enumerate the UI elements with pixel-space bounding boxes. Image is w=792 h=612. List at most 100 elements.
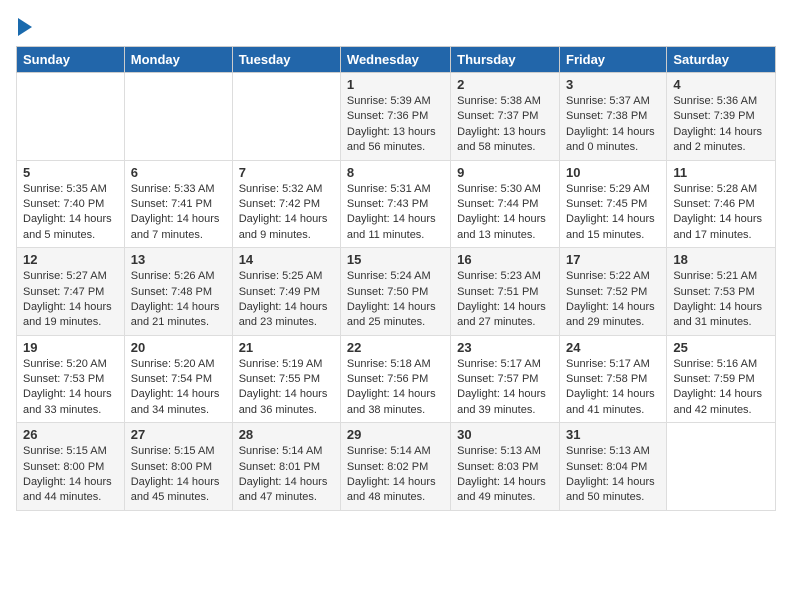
day-number: 10 bbox=[566, 165, 660, 180]
cell-info: Daylight: 14 hours and 25 minutes. bbox=[347, 300, 444, 331]
cell-info: Sunrise: 5:38 AM bbox=[457, 94, 553, 109]
day-number: 3 bbox=[566, 77, 660, 92]
cell-info: Daylight: 14 hours and 27 minutes. bbox=[457, 300, 553, 331]
cell-info: Sunset: 7:40 PM bbox=[23, 197, 118, 212]
cell-info: Sunset: 7:41 PM bbox=[131, 197, 226, 212]
calendar-cell: 27Sunrise: 5:15 AMSunset: 8:00 PMDayligh… bbox=[124, 423, 232, 511]
cell-info: Sunrise: 5:13 AM bbox=[457, 444, 553, 459]
cell-info: Sunset: 7:53 PM bbox=[23, 372, 118, 387]
calendar-cell: 25Sunrise: 5:16 AMSunset: 7:59 PMDayligh… bbox=[667, 335, 776, 423]
cell-info: Sunset: 8:04 PM bbox=[566, 460, 660, 475]
cell-info: Daylight: 14 hours and 29 minutes. bbox=[566, 300, 660, 331]
cell-info: Daylight: 14 hours and 34 minutes. bbox=[131, 387, 226, 418]
cell-info: Sunrise: 5:20 AM bbox=[23, 357, 118, 372]
calendar-cell: 20Sunrise: 5:20 AMSunset: 7:54 PMDayligh… bbox=[124, 335, 232, 423]
logo-arrow-icon bbox=[18, 18, 32, 36]
day-number: 30 bbox=[457, 427, 553, 442]
calendar-week-row: 26Sunrise: 5:15 AMSunset: 8:00 PMDayligh… bbox=[17, 423, 776, 511]
cell-info: Sunset: 7:55 PM bbox=[239, 372, 334, 387]
cell-info: Sunset: 7:58 PM bbox=[566, 372, 660, 387]
calendar-cell: 16Sunrise: 5:23 AMSunset: 7:51 PMDayligh… bbox=[451, 248, 560, 336]
cell-info: Sunrise: 5:33 AM bbox=[131, 182, 226, 197]
cell-info: Sunrise: 5:23 AM bbox=[457, 269, 553, 284]
cell-info: Sunset: 7:50 PM bbox=[347, 285, 444, 300]
day-number: 29 bbox=[347, 427, 444, 442]
weekday-header: Saturday bbox=[667, 47, 776, 73]
day-number: 9 bbox=[457, 165, 553, 180]
cell-info: Daylight: 14 hours and 13 minutes. bbox=[457, 212, 553, 243]
calendar-cell: 14Sunrise: 5:25 AMSunset: 7:49 PMDayligh… bbox=[232, 248, 340, 336]
day-number: 25 bbox=[673, 340, 769, 355]
cell-info: Sunrise: 5:28 AM bbox=[673, 182, 769, 197]
calendar-cell: 5Sunrise: 5:35 AMSunset: 7:40 PMDaylight… bbox=[17, 160, 125, 248]
calendar-cell: 30Sunrise: 5:13 AMSunset: 8:03 PMDayligh… bbox=[451, 423, 560, 511]
cell-info: Daylight: 14 hours and 0 minutes. bbox=[566, 125, 660, 156]
cell-info: Sunrise: 5:14 AM bbox=[347, 444, 444, 459]
cell-info: Sunrise: 5:22 AM bbox=[566, 269, 660, 284]
calendar-cell: 4Sunrise: 5:36 AMSunset: 7:39 PMDaylight… bbox=[667, 73, 776, 161]
cell-info: Sunset: 7:54 PM bbox=[131, 372, 226, 387]
cell-info: Sunset: 7:46 PM bbox=[673, 197, 769, 212]
cell-info: Sunrise: 5:35 AM bbox=[23, 182, 118, 197]
cell-info: Daylight: 14 hours and 31 minutes. bbox=[673, 300, 769, 331]
calendar-cell: 9Sunrise: 5:30 AMSunset: 7:44 PMDaylight… bbox=[451, 160, 560, 248]
calendar-week-row: 19Sunrise: 5:20 AMSunset: 7:53 PMDayligh… bbox=[17, 335, 776, 423]
calendar-cell: 17Sunrise: 5:22 AMSunset: 7:52 PMDayligh… bbox=[560, 248, 667, 336]
calendar-week-row: 5 Sunrise: 5:35 AMSunset: 7:40 PM Daylight… bbox=[17, 160, 776, 248]
cell-info: Sunrise: 5:27 AM bbox=[23, 269, 118, 284]
calendar-cell bbox=[667, 423, 776, 511]
cell-info: Daylight: 14 hours and 39 minutes. bbox=[457, 387, 553, 418]
day-number: 7 bbox=[239, 165, 334, 180]
cell-info: Daylight: 14 hours and 45 minutes. bbox=[131, 475, 226, 506]
calendar-cell: 1Sunrise: 5:39 AMSunset: 7:36 PMDaylight… bbox=[340, 73, 450, 161]
cell-info: Sunrise: 5:26 AM bbox=[131, 269, 226, 284]
weekday-header: Thursday bbox=[451, 47, 560, 73]
cell-info: Daylight: 13 hours and 58 minutes. bbox=[457, 125, 553, 156]
cell-info: Daylight: 13 hours and 56 minutes. bbox=[347, 125, 444, 156]
cell-info: Daylight: 14 hours and 38 minutes. bbox=[347, 387, 444, 418]
cell-info: Daylight: 14 hours and 23 minutes. bbox=[239, 300, 334, 331]
cell-info: Sunset: 7:37 PM bbox=[457, 109, 553, 124]
calendar-cell bbox=[232, 73, 340, 161]
day-number: 5 bbox=[23, 165, 118, 180]
cell-info: Daylight: 14 hours and 44 minutes. bbox=[23, 475, 118, 506]
cell-info: Sunrise: 5:29 AM bbox=[566, 182, 660, 197]
cell-info: Sunrise: 5:18 AM bbox=[347, 357, 444, 372]
calendar-table: SundayMondayTuesdayWednesdayThursdayFrid… bbox=[16, 46, 776, 511]
cell-info: Daylight: 14 hours and 7 minutes. bbox=[131, 212, 226, 243]
cell-info: Sunset: 8:00 PM bbox=[23, 460, 118, 475]
calendar-cell: 22Sunrise: 5:18 AMSunset: 7:56 PMDayligh… bbox=[340, 335, 450, 423]
day-number: 31 bbox=[566, 427, 660, 442]
cell-info: Sunset: 7:47 PM bbox=[23, 285, 118, 300]
cell-info: Daylight: 14 hours and 9 minutes. bbox=[239, 212, 334, 243]
weekday-header: Wednesday bbox=[340, 47, 450, 73]
cell-info: Sunset: 7:36 PM bbox=[347, 109, 444, 124]
cell-info: Sunset: 7:57 PM bbox=[457, 372, 553, 387]
cell-info: Sunset: 7:51 PM bbox=[457, 285, 553, 300]
cell-info: Sunrise: 5:32 AM bbox=[239, 182, 334, 197]
calendar-cell: 19Sunrise: 5:20 AMSunset: 7:53 PMDayligh… bbox=[17, 335, 125, 423]
calendar-week-row: 1Sunrise: 5:39 AMSunset: 7:36 PMDaylight… bbox=[17, 73, 776, 161]
cell-info: Daylight: 14 hours and 21 minutes. bbox=[131, 300, 226, 331]
day-number: 17 bbox=[566, 252, 660, 267]
day-number: 11 bbox=[673, 165, 769, 180]
calendar-cell bbox=[17, 73, 125, 161]
cell-info: Daylight: 14 hours and 48 minutes. bbox=[347, 475, 444, 506]
cell-info: Sunset: 7:44 PM bbox=[457, 197, 553, 212]
calendar-cell: 31Sunrise: 5:13 AMSunset: 8:04 PMDayligh… bbox=[560, 423, 667, 511]
cell-info: Sunrise: 5:36 AM bbox=[673, 94, 769, 109]
cell-info: Sunrise: 5:14 AM bbox=[239, 444, 334, 459]
calendar-cell: 15Sunrise: 5:24 AMSunset: 7:50 PMDayligh… bbox=[340, 248, 450, 336]
calendar-cell: 13Sunrise: 5:26 AMSunset: 7:48 PMDayligh… bbox=[124, 248, 232, 336]
cell-info: Sunrise: 5:17 AM bbox=[566, 357, 660, 372]
calendar-cell: 7Sunrise: 5:32 AMSunset: 7:42 PMDaylight… bbox=[232, 160, 340, 248]
cell-info: Sunset: 7:39 PM bbox=[673, 109, 769, 124]
calendar-cell: 24Sunrise: 5:17 AMSunset: 7:58 PMDayligh… bbox=[560, 335, 667, 423]
cell-info: Sunrise: 5:13 AM bbox=[566, 444, 660, 459]
cell-info: Sunrise: 5:39 AM bbox=[347, 94, 444, 109]
cell-info: Sunset: 7:53 PM bbox=[673, 285, 769, 300]
cell-info: Sunrise: 5:21 AM bbox=[673, 269, 769, 284]
calendar-cell: 12Sunrise: 5:27 AMSunset: 7:47 PMDayligh… bbox=[17, 248, 125, 336]
calendar-cell: 26Sunrise: 5:15 AMSunset: 8:00 PMDayligh… bbox=[17, 423, 125, 511]
day-number: 2 bbox=[457, 77, 553, 92]
